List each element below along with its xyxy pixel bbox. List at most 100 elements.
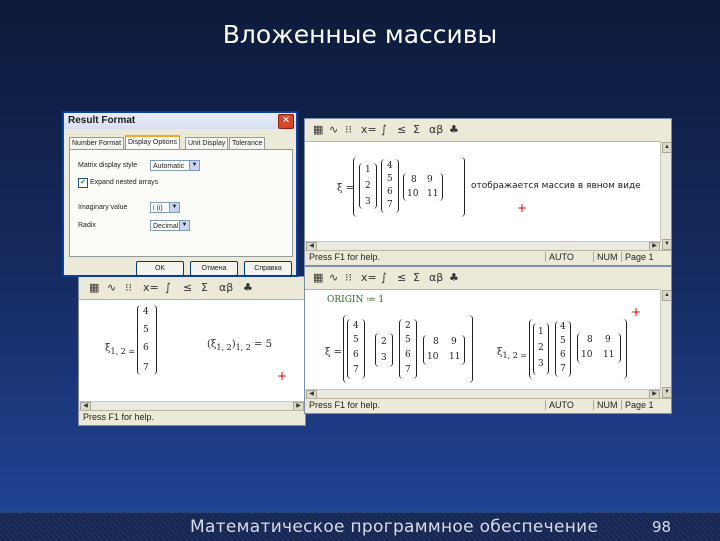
calculus-icon[interactable]: ∫	[381, 271, 387, 285]
chevron-down-icon[interactable]: ▼	[179, 221, 189, 230]
matrix-cell: 5	[353, 335, 359, 345]
calculus-icon[interactable]: ∫	[165, 281, 171, 295]
ok-button[interactable]: OK	[136, 261, 184, 276]
status-page: Page 1	[621, 252, 654, 262]
xi-index-expr: ξ1, 2 =	[105, 343, 135, 356]
result-value: = 5	[254, 339, 272, 350]
matrix-cell: 8	[433, 337, 439, 347]
matrix-icon[interactable]: ⁝⁝	[125, 281, 132, 295]
status-help: Press F1 for help.	[309, 400, 381, 410]
matrix-cell: 4	[387, 161, 393, 171]
evaluation-icon[interactable]: x=	[143, 281, 159, 295]
status-num: NUM	[593, 252, 618, 262]
footer-text: Математическое программное обеспечение	[190, 517, 599, 537]
matrix-cell: 5	[387, 174, 393, 184]
imaginary-value: i (i)	[153, 205, 163, 212]
insertion-cursor: +	[517, 201, 528, 215]
matrix-cell: 9	[451, 337, 457, 347]
graph-icon[interactable]: ∿	[329, 271, 338, 285]
calculus-icon[interactable]: ∫	[381, 123, 387, 137]
programming-icon[interactable]: Σ	[413, 271, 420, 285]
matrix-cell: 9	[605, 335, 611, 345]
matrix-cell: 10	[581, 350, 593, 360]
matrix-cell: 5	[143, 325, 149, 335]
math-toolbar: ▦ ∿ ⁝⁝ x= ∫ ≤ Σ αβ ♣	[305, 267, 671, 290]
xi-subscript: 1, 2 =	[110, 347, 136, 356]
matrix-cell: 4	[143, 307, 149, 317]
matrix-style-value: Automatic	[153, 163, 185, 170]
status-mode: AUTO	[545, 252, 574, 262]
matrix-cell: 11	[449, 352, 461, 362]
greek-icon[interactable]: αβ	[429, 271, 443, 285]
symbolic-icon[interactable]: ♣	[243, 281, 253, 295]
display-options-panel: Matrix display style Automatic ▼ ✔ Expan…	[69, 149, 293, 257]
scroll-up-icon[interactable]: ▲	[662, 290, 671, 301]
cancel-button[interactable]: Отмена	[190, 261, 238, 276]
matrix-cell: 3	[538, 359, 544, 369]
boolean-icon[interactable]: ≤	[397, 271, 406, 285]
programming-icon[interactable]: Σ	[413, 123, 420, 137]
evaluation-icon[interactable]: x=	[361, 271, 377, 285]
matrix-cell: 4	[560, 322, 566, 332]
close-icon[interactable]: ✕	[278, 114, 294, 129]
greek-icon[interactable]: αβ	[219, 281, 233, 295]
matrix-cell: 6	[405, 350, 411, 360]
matrix-icon[interactable]: ⁝⁝	[345, 123, 352, 137]
matrix-cell: 1	[365, 165, 371, 175]
scroll-up-icon[interactable]: ▲	[662, 142, 671, 153]
insertion-cursor: +	[277, 369, 288, 383]
programming-icon[interactable]: Σ	[201, 281, 208, 295]
expand-nested-checkbox[interactable]: ✔	[78, 178, 88, 188]
xi-subscript-outer: 1, 2	[235, 343, 251, 352]
mathcad-window-bottom-right: ▦ ∿ ⁝⁝ x= ∫ ≤ Σ αβ ♣ ▲ ▼ ORIGIN ≔ 1 ξ = …	[304, 266, 672, 414]
matrix-cell: 7	[143, 363, 149, 373]
vertical-scrollbar[interactable]: ▲ ▼	[660, 141, 671, 251]
xi-symbol: (ξ	[207, 339, 217, 350]
matrix-cell: 2	[405, 321, 411, 331]
chevron-down-icon[interactable]: ▼	[169, 203, 179, 212]
matrix-style-select[interactable]: Automatic ▼	[150, 160, 200, 171]
calculator-icon[interactable]: ▦	[89, 281, 99, 295]
graph-icon[interactable]: ∿	[329, 123, 338, 137]
symbolic-icon[interactable]: ♣	[449, 123, 459, 137]
matrix-cell: 6	[387, 187, 393, 197]
vertical-scrollbar[interactable]: ▲ ▼	[660, 289, 671, 399]
matrix-cell: 9	[427, 175, 433, 185]
matrix-cell: 7	[353, 365, 359, 375]
greek-icon[interactable]: αβ	[429, 123, 443, 137]
insertion-cursor: +	[631, 305, 642, 319]
boolean-icon[interactable]: ≤	[183, 281, 192, 295]
symbolic-icon[interactable]: ♣	[449, 271, 459, 285]
matrix-cell: 11	[603, 350, 615, 360]
radix-value: Decimal	[153, 223, 179, 230]
calculator-icon[interactable]: ▦	[313, 123, 323, 137]
matrix-cell: 6	[353, 350, 359, 360]
imaginary-select[interactable]: i (i) ▼	[150, 202, 180, 213]
matrix-cell: 7	[560, 364, 566, 374]
imaginary-label: Imaginary value	[78, 204, 128, 211]
dialog-title: Result Format	[64, 113, 296, 129]
matrix-icon[interactable]: ⁝⁝	[345, 271, 352, 285]
explicit-array-note: отображается массив в явном виде	[471, 181, 641, 191]
chevron-down-icon[interactable]: ▼	[189, 161, 199, 170]
status-bar: Press F1 for help.	[79, 410, 305, 425]
calculator-icon[interactable]: ▦	[313, 271, 323, 285]
slide-title: Вложенные массивы	[222, 20, 498, 49]
matrix-cell: 7	[387, 200, 393, 210]
matrix-style-label: Matrix display style	[78, 162, 138, 169]
scroll-down-icon[interactable]: ▼	[662, 387, 671, 398]
scroll-down-icon[interactable]: ▼	[662, 239, 671, 250]
matrix-cell: 6	[560, 350, 566, 360]
evaluation-icon[interactable]: x=	[361, 123, 377, 137]
help-button[interactable]: Справка	[244, 261, 292, 276]
status-bar: Press F1 for help. AUTO NUM Page 1	[305, 250, 671, 265]
matrix-cell: 6	[143, 343, 149, 353]
matrix-cell: 8	[587, 335, 593, 345]
radix-select[interactable]: Decimal ▼	[150, 220, 190, 231]
graph-icon[interactable]: ∿	[107, 281, 116, 295]
matrix-cell: 3	[365, 197, 371, 207]
boolean-icon[interactable]: ≤	[397, 123, 406, 137]
status-help: Press F1 for help.	[83, 412, 155, 422]
status-help: Press F1 for help.	[309, 252, 381, 262]
matrix-cell: 3	[381, 353, 387, 363]
